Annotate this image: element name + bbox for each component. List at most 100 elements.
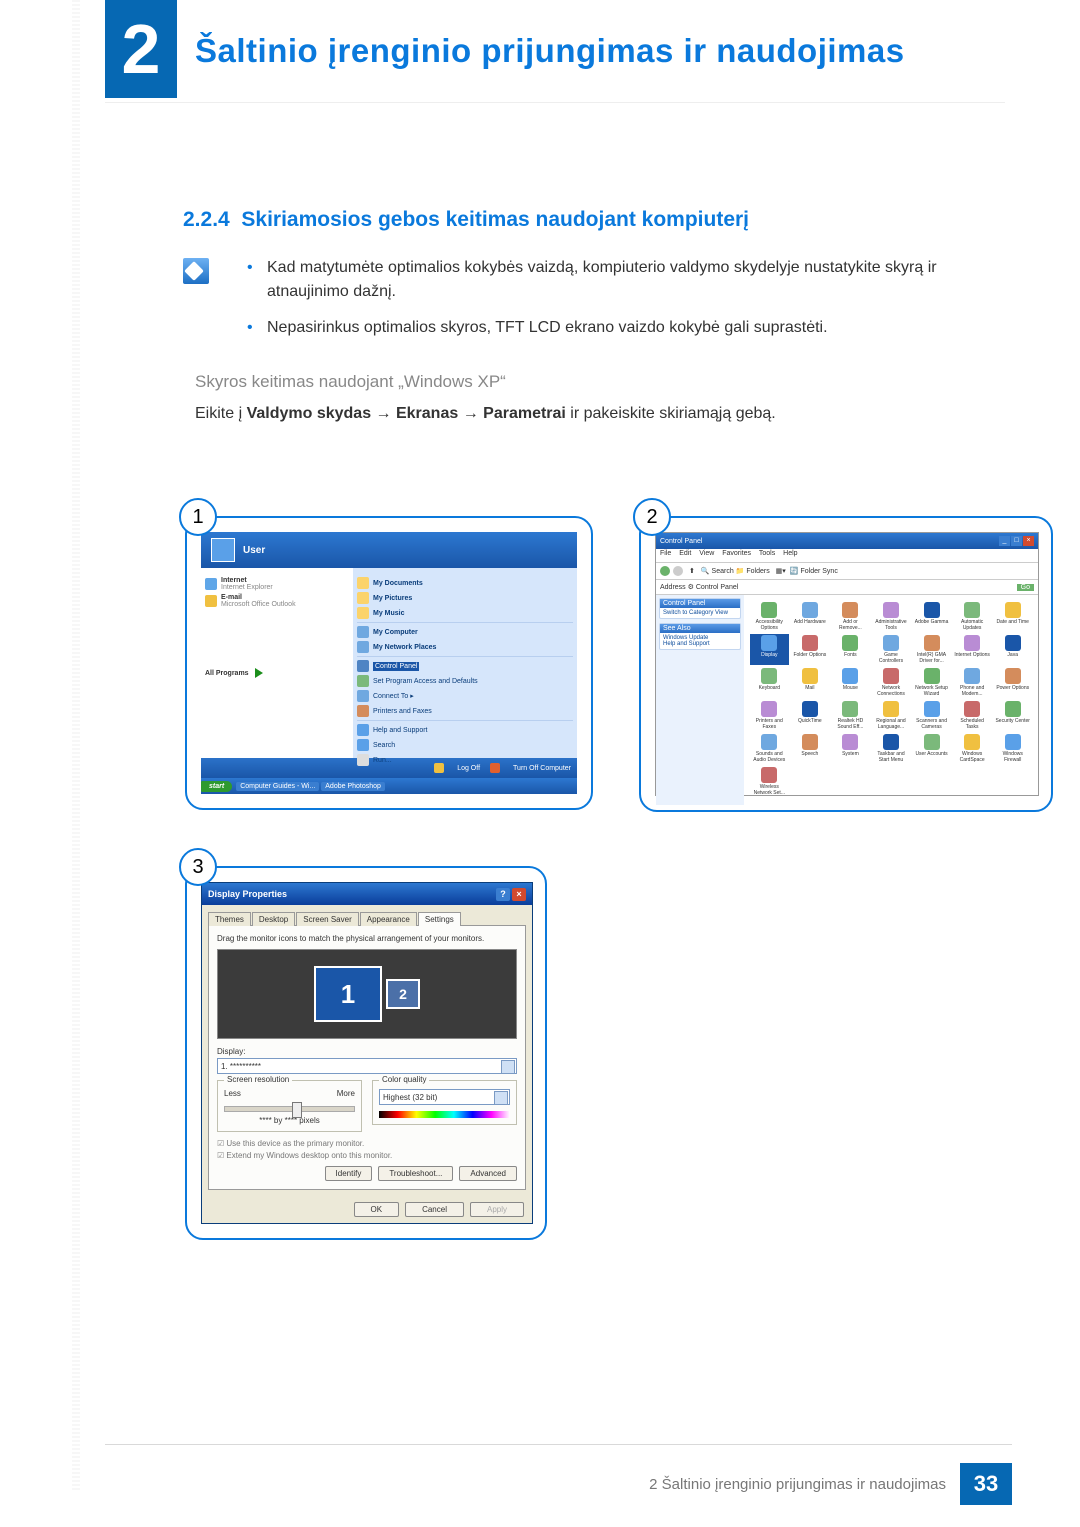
- control-panel-item[interactable]: Add Hardware: [791, 601, 830, 632]
- menu-file[interactable]: File: [660, 550, 671, 557]
- internet-label[interactable]: Internet: [221, 577, 247, 584]
- primary-monitor-checkbox[interactable]: Use this device as the primary monitor.: [217, 1139, 517, 1148]
- slider-thumb[interactable]: [292, 1102, 302, 1118]
- control-panel-item[interactable]: Taskbar and Start Menu: [872, 733, 911, 764]
- control-panel-item[interactable]: Keyboard: [750, 667, 789, 698]
- maximize-button[interactable]: □: [1011, 536, 1022, 546]
- chevron-down-icon[interactable]: [494, 1091, 508, 1105]
- menu-view[interactable]: View: [699, 550, 714, 557]
- foldersync-button[interactable]: 🔄 Folder Sync: [790, 567, 838, 575]
- identify-button[interactable]: Identify: [325, 1166, 373, 1181]
- menu-favorites[interactable]: Favorites: [722, 550, 751, 557]
- cp-item-label: Automatic Updates: [954, 619, 991, 631]
- control-panel-item[interactable]: Sounds and Audio Devices: [750, 733, 789, 764]
- troubleshoot-button[interactable]: Troubleshoot...: [378, 1166, 453, 1181]
- control-panel-item[interactable]: Folder Options: [791, 634, 830, 665]
- control-panel-item[interactable]: Windows Firewall: [993, 733, 1032, 764]
- folder-icon: [357, 592, 369, 604]
- control-panel-item[interactable]: Accessibility Options: [750, 601, 789, 632]
- control-panel-item[interactable]: Phone and Modem...: [953, 667, 992, 698]
- cancel-button[interactable]: Cancel: [405, 1202, 464, 1217]
- go-button[interactable]: Go: [1017, 584, 1034, 591]
- extend-desktop-checkbox[interactable]: Extend my Windows desktop onto this moni…: [217, 1151, 517, 1160]
- logoff-button[interactable]: Log Off: [434, 763, 480, 773]
- search-button[interactable]: 🔍 Search: [701, 567, 734, 575]
- control-panel-item[interactable]: Game Controllers: [872, 634, 911, 665]
- start-button[interactable]: start: [201, 781, 232, 792]
- control-panel-item[interactable]: Mail: [791, 667, 830, 698]
- help-icon: [357, 724, 369, 736]
- control-panel-item[interactable]: System: [831, 733, 870, 764]
- menu-help[interactable]: Help: [783, 550, 797, 557]
- tab-settings[interactable]: Settings: [418, 912, 461, 926]
- control-panel-item[interactable]: Administrative Tools: [872, 601, 911, 632]
- control-panel-item[interactable]: Network Setup Wizard: [912, 667, 951, 698]
- control-panel-item[interactable]: Adobe Gamma: [912, 601, 951, 632]
- forward-button-icon[interactable]: [673, 566, 683, 576]
- tab-desktop[interactable]: Desktop: [252, 912, 295, 926]
- taskbar-item[interactable]: Computer Guides - Wi...: [236, 782, 319, 791]
- up-icon[interactable]: ⬆: [689, 567, 695, 575]
- control-panel-item[interactable]: QuickTime: [791, 700, 830, 731]
- control-panel-item[interactable]: User Accounts: [912, 733, 951, 764]
- menu-tools[interactable]: Tools: [759, 550, 775, 557]
- monitor-arrangement[interactable]: 1 2: [217, 949, 517, 1039]
- monitor-2[interactable]: 2: [386, 979, 420, 1009]
- cp-item-icon: [842, 701, 858, 717]
- control-panel-item[interactable]: Intel(R) GMA Driver for...: [912, 634, 951, 665]
- color-quality-select[interactable]: Highest (32 bit): [379, 1089, 510, 1105]
- control-panel-item[interactable]: Power Options: [993, 667, 1032, 698]
- control-panel-item[interactable]: Security Center: [993, 700, 1032, 731]
- views-icon[interactable]: ▦▾: [776, 567, 786, 575]
- start-menu-left: InternetInternet Explorer E-mailMicrosof…: [201, 568, 353, 758]
- menubar: File Edit View Favorites Tools Help: [656, 549, 1038, 563]
- control-panel-item[interactable]: Realtek HD Sound Eff...: [831, 700, 870, 731]
- cp-item-label: Windows CardSpace: [954, 751, 991, 763]
- control-panel-item[interactable]: Windows CardSpace: [953, 733, 992, 764]
- menu-edit[interactable]: Edit: [679, 550, 691, 557]
- cp-item-label: Java: [1007, 652, 1018, 658]
- cp-item-label: Administrative Tools: [873, 619, 910, 631]
- help-support-link[interactable]: Help and Support: [663, 641, 737, 647]
- apply-button[interactable]: Apply: [470, 1202, 524, 1217]
- tab-screensaver[interactable]: Screen Saver: [296, 912, 358, 926]
- control-panel-item[interactable]: Java: [993, 634, 1032, 665]
- control-panel-item[interactable]: Scanners and Cameras: [912, 700, 951, 731]
- control-panel-item[interactable]: Date and Time: [993, 601, 1032, 632]
- control-panel-item[interactable]: Printers and Faxes: [750, 700, 789, 731]
- control-panel-item[interactable]: Wireless Network Set...: [750, 766, 789, 797]
- control-panel-item[interactable]: Speech: [791, 733, 830, 764]
- resolution-slider[interactable]: [224, 1106, 355, 1112]
- all-programs[interactable]: All Programs: [205, 668, 349, 678]
- back-button-icon[interactable]: [660, 566, 670, 576]
- tab-appearance[interactable]: Appearance: [360, 912, 417, 926]
- control-panel-item[interactable]: Add or Remove...: [831, 601, 870, 632]
- control-panel-item[interactable]: Regional and Language...: [872, 700, 911, 731]
- turnoff-button[interactable]: Turn Off Computer: [490, 763, 571, 773]
- help-button[interactable]: ?: [496, 888, 510, 901]
- monitor-1[interactable]: 1: [314, 966, 382, 1022]
- cp-item-label: Security Center: [995, 718, 1029, 724]
- tab-themes[interactable]: Themes: [208, 912, 251, 926]
- control-panel-item[interactable]: Display: [750, 634, 789, 665]
- control-panel-item[interactable]: Internet Options: [953, 634, 992, 665]
- folders-button[interactable]: 📁 Folders: [736, 567, 770, 575]
- control-panel-item[interactable]: Fonts: [831, 634, 870, 665]
- control-panel-item[interactable]: Network Connections: [872, 667, 911, 698]
- address-value[interactable]: Control Panel: [696, 584, 738, 591]
- switch-category-link[interactable]: Switch to Category View: [660, 608, 740, 618]
- close-button[interactable]: ×: [1023, 536, 1034, 546]
- resolution-value: **** by **** pixels: [224, 1116, 355, 1125]
- minimize-button[interactable]: _: [999, 536, 1010, 546]
- close-button[interactable]: ×: [512, 888, 526, 901]
- cp-item-label: Folder Options: [793, 652, 826, 658]
- ok-button[interactable]: OK: [354, 1202, 400, 1217]
- taskbar-item[interactable]: Adobe Photoshop: [321, 782, 385, 791]
- email-label[interactable]: E-mail: [221, 594, 242, 601]
- display-select[interactable]: 1. **********: [217, 1058, 517, 1074]
- control-panel-item[interactable]: Automatic Updates: [953, 601, 992, 632]
- advanced-button[interactable]: Advanced: [459, 1166, 517, 1181]
- control-panel-item[interactable]: Scheduled Tasks: [953, 700, 992, 731]
- chevron-down-icon[interactable]: [501, 1060, 515, 1074]
- control-panel-item[interactable]: Mouse: [831, 667, 870, 698]
